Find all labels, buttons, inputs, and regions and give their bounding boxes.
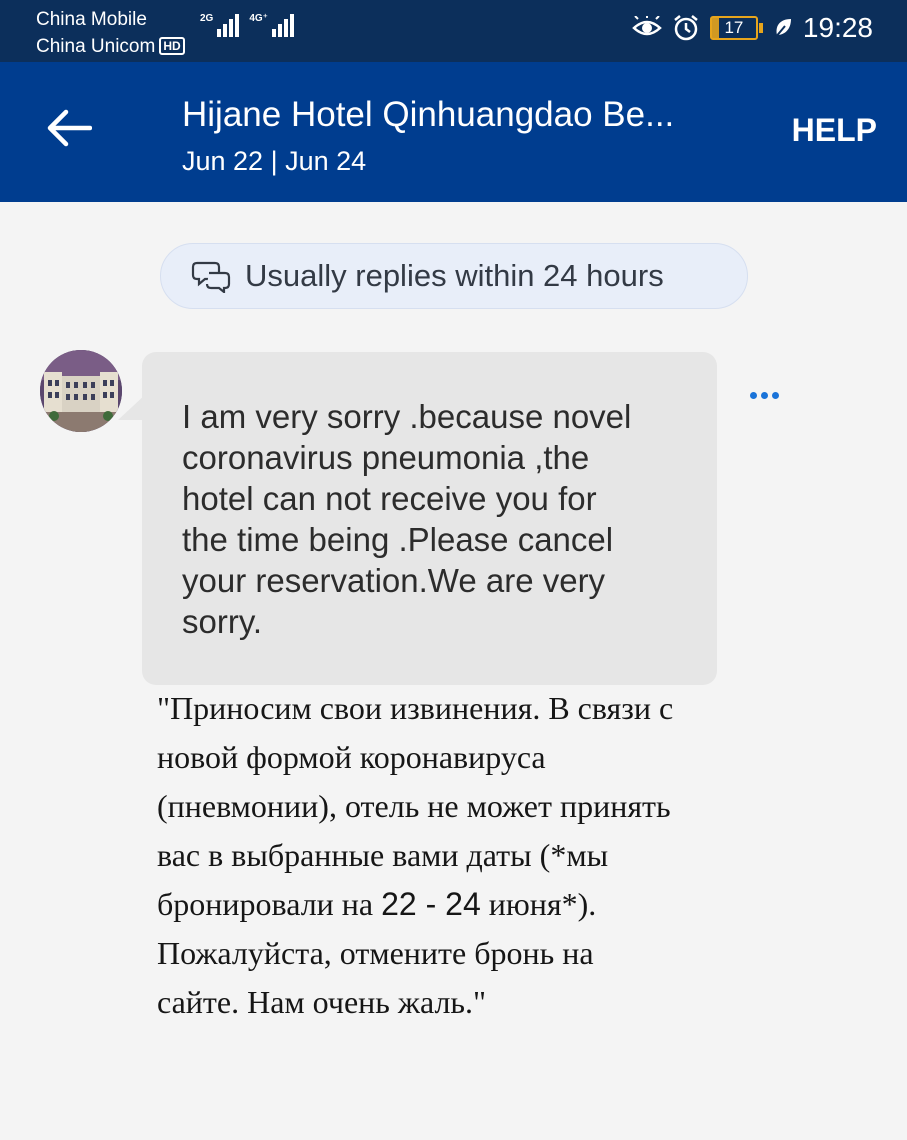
translation-line: "Приносим свои извинения. В связи с	[157, 690, 674, 726]
message-line: I am very sorry .because novel	[182, 398, 632, 435]
translation-line: Пожалуйста, отмените бронь на	[157, 935, 594, 971]
battery-level: 17	[724, 18, 744, 37]
clock-time: 19:28	[802, 12, 873, 43]
translation-dates: 22 - 24	[381, 886, 481, 922]
hotel-building-image	[40, 350, 122, 432]
translation-line: новой формой коронавируса	[157, 739, 546, 775]
translation-segment: бронировали на	[157, 886, 382, 922]
carrier-info: China Mobile China Unicom HD	[36, 6, 185, 60]
message-line: your reservation.We are very	[182, 562, 606, 599]
more-options-icon[interactable]	[750, 392, 779, 399]
leaf-icon	[774, 19, 791, 39]
back-button[interactable]	[46, 108, 96, 152]
stay-dates: Jun 22 | Jun 24	[182, 146, 367, 176]
carrier-1: China Mobile	[36, 9, 147, 30]
translation-segment: июня*).	[480, 886, 597, 922]
message-line: hotel can not receive you for	[182, 480, 597, 517]
translation-line: бронировали на 22 - 24 июня*).	[157, 880, 757, 929]
status-icons: 17 19:28	[632, 12, 873, 44]
hd-badge: HD	[159, 37, 185, 55]
battery-icon: 17	[709, 16, 758, 40]
translation-line: (пневмонии), отель не может принять	[157, 788, 671, 824]
eye-icon	[632, 16, 662, 36]
arrow-left-icon	[47, 109, 93, 147]
hotel-title: Hijane Hotel Qinhuangdao Be...	[182, 95, 675, 134]
message-line: the time being .Please cancel	[182, 521, 614, 558]
signal-2g-tag: 2G	[200, 13, 214, 24]
reply-time-text: Usually replies within 24 hours	[245, 258, 664, 293]
chat-bubbles-icon	[191, 261, 231, 293]
help-button[interactable]: HELP	[792, 112, 877, 149]
signal-4g-icon: 4G⁺	[249, 14, 294, 37]
signal-2g-icon: 2G	[200, 13, 240, 37]
translation-line: сайте. Нам очень жаль."	[157, 984, 487, 1020]
hotel-avatar[interactable]	[40, 350, 122, 432]
message-line: coronavirus pneumonia ,the	[182, 439, 590, 476]
status-bar: China Mobile China Unicom HD 2G 4G⁺ 17 1…	[0, 0, 907, 62]
reply-time-notice: Usually replies within 24 hours	[160, 243, 748, 309]
alarm-icon	[674, 15, 698, 41]
translation-line: вас в выбранные вами даты (*мы	[157, 837, 609, 873]
app-bar: Hijane Hotel Qinhuangdao Be... Jun 22 | …	[0, 62, 907, 202]
message-line: sorry.	[182, 603, 263, 640]
signal-4g-tag: 4G⁺	[249, 13, 268, 24]
message-bubble[interactable]: I am very sorry .because novel coronavir…	[142, 352, 717, 685]
translation-text: "Приносим свои извинения. В связи с ново…	[157, 684, 757, 1027]
signal-indicators: 2G 4G⁺	[200, 14, 294, 37]
carrier-2: China Unicom	[36, 36, 156, 57]
